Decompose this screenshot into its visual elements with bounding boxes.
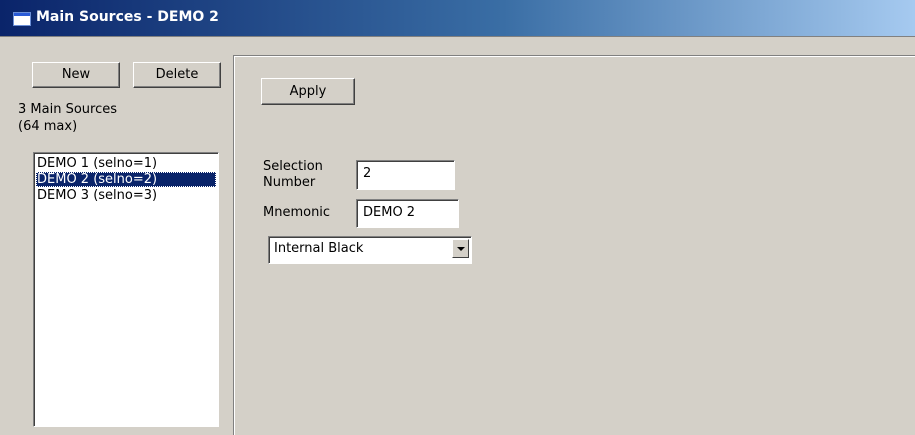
- source-type-value: Internal Black: [274, 241, 364, 256]
- new-button[interactable]: New: [32, 62, 120, 88]
- mnemonic-value: DEMO 2: [363, 205, 416, 220]
- delete-button[interactable]: Delete: [133, 62, 221, 88]
- sources-listbox[interactable]: DEMO 1 (selno=1) DEMO 2 (selno=2) DEMO 3…: [33, 152, 219, 427]
- list-item-selected[interactable]: DEMO 2 (selno=2): [36, 172, 216, 187]
- window-title: Main Sources - DEMO 2: [36, 9, 219, 25]
- selection-label-line2: Number: [263, 175, 316, 190]
- chevron-down-icon[interactable]: [452, 239, 469, 258]
- mnemonic-label: Mnemonic: [263, 205, 331, 220]
- selection-number-field[interactable]: 2: [356, 160, 455, 190]
- list-item[interactable]: DEMO 3 (selno=3): [36, 188, 216, 203]
- title-bar[interactable]: Main Sources - DEMO 2: [0, 0, 915, 37]
- apply-button[interactable]: Apply: [261, 78, 355, 105]
- list-item[interactable]: DEMO 1 (selno=1): [36, 156, 216, 171]
- window-icon: [13, 12, 31, 26]
- mnemonic-field[interactable]: DEMO 2: [356, 199, 459, 228]
- source-max-label: (64 max): [18, 119, 78, 134]
- selection-number-label: Selection Number: [263, 159, 323, 191]
- source-count-label: 3 Main Sources: [18, 102, 117, 117]
- selection-number-value: 2: [363, 166, 372, 181]
- source-type-dropdown[interactable]: Internal Black: [268, 236, 472, 264]
- selection-label-line1: Selection: [263, 159, 323, 174]
